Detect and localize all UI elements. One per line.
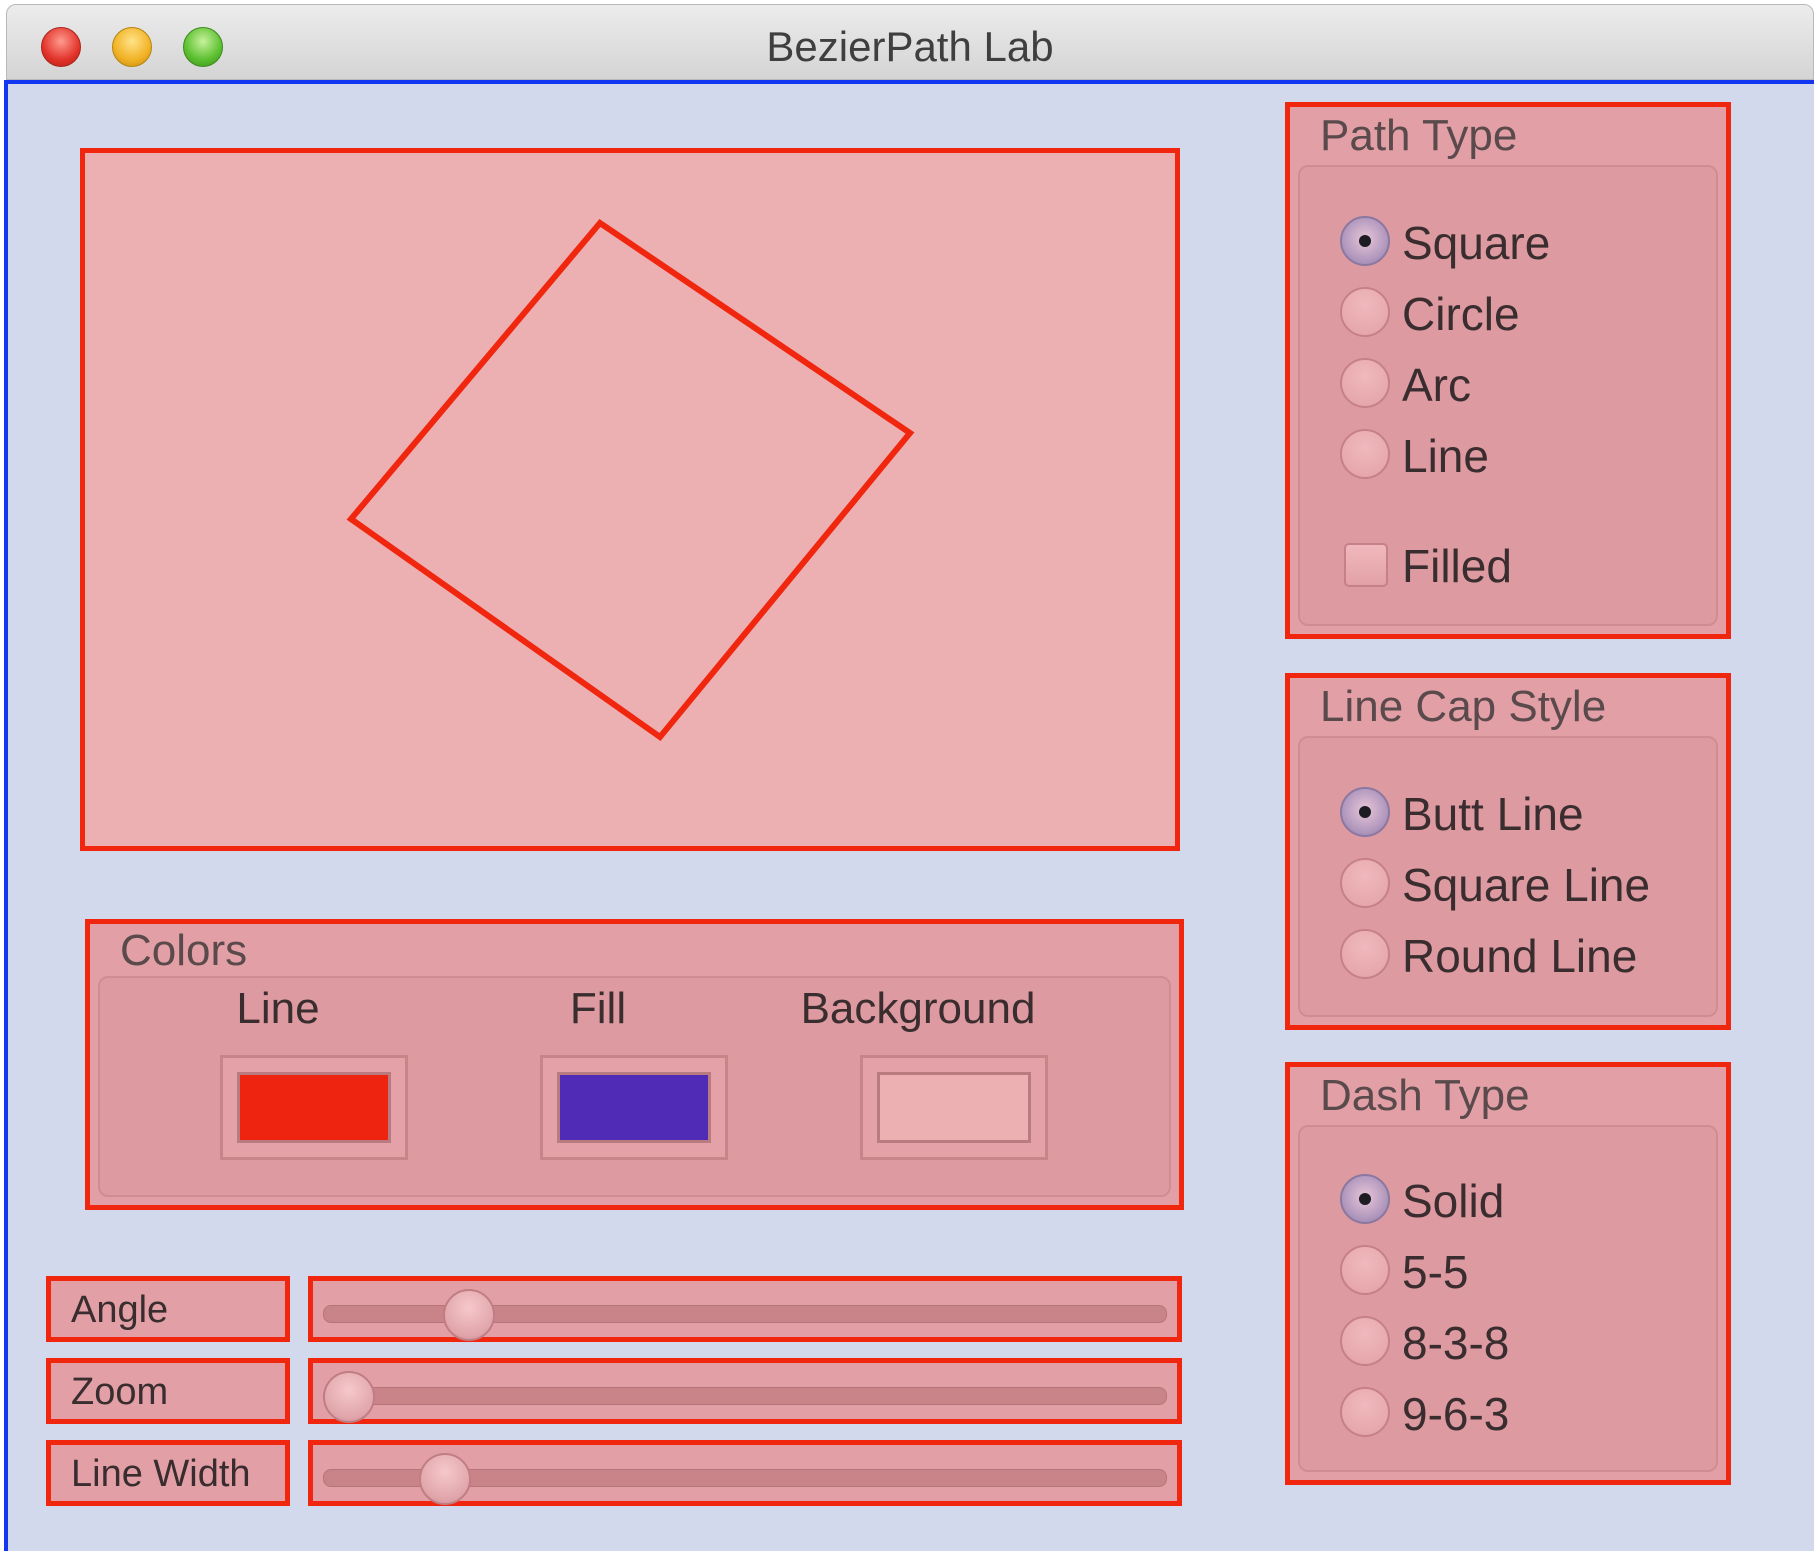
line-cap-style-title: Line Cap Style <box>1320 682 1607 731</box>
colors-panel: Colors Line Fill Background <box>85 919 1184 1210</box>
zoom-label: Zoom <box>71 1371 169 1413</box>
fill-color-label: Fill <box>569 984 627 1033</box>
line-color-label: Line <box>236 984 320 1033</box>
angle-slider[interactable] <box>308 1276 1182 1342</box>
background-color-well[interactable] <box>860 1055 1048 1160</box>
fill-color-swatch <box>557 1072 711 1143</box>
radio-button[interactable] <box>1340 1245 1390 1295</box>
radio-label: Circle <box>1402 288 1520 340</box>
dash-type-title: Dash Type <box>1320 1071 1530 1120</box>
path-type-panel: Path Type Square Circle Arc Line Filled <box>1285 102 1731 639</box>
checkbox-label: Filled <box>1402 540 1512 592</box>
radio-label: Square <box>1402 217 1551 269</box>
radio-button[interactable] <box>1340 1174 1390 1224</box>
drawing-canvas[interactable] <box>80 148 1180 851</box>
path-type-title: Path Type <box>1320 111 1518 160</box>
radio-label: 5-5 <box>1402 1246 1469 1298</box>
radio-label: 9-6-3 <box>1402 1388 1510 1440</box>
colors-title: Colors <box>120 926 248 975</box>
app-window: BezierPath Lab Colors Line Fill Backgrou… <box>0 0 1814 1551</box>
radio-label: Arc <box>1402 359 1471 411</box>
line-color-well[interactable] <box>220 1055 408 1160</box>
title-bar: BezierPath Lab <box>6 4 1814 80</box>
bezier-path-shape <box>346 219 915 742</box>
radio-button[interactable] <box>1340 429 1390 479</box>
radio-label: Square Line <box>1402 859 1651 911</box>
background-color-label: Background <box>800 984 1036 1033</box>
line-width-slider-knob[interactable] <box>419 1453 472 1505</box>
radio-button[interactable] <box>1340 1387 1390 1437</box>
angle-label: Angle <box>71 1289 169 1331</box>
dash-type-panel: Dash Type Solid 5-5 8-3-8 9-6-3 <box>1285 1062 1731 1485</box>
line-width-label-box: Line Width <box>46 1440 290 1506</box>
zoom-slider-knob[interactable] <box>323 1371 375 1423</box>
radio-label: Butt Line <box>1402 788 1584 840</box>
colors-inner: Line Fill Background <box>98 976 1171 1197</box>
line-cap-style-panel: Line Cap Style Butt Line Square Line Rou… <box>1285 673 1731 1030</box>
checkbox[interactable] <box>1344 543 1388 587</box>
window-title: BezierPath Lab <box>766 23 1054 70</box>
radio-button[interactable] <box>1340 287 1390 337</box>
line-color-swatch <box>237 1072 391 1143</box>
zoom-label-box: Zoom <box>46 1358 290 1424</box>
square-path <box>346 219 915 742</box>
radio-button[interactable] <box>1340 858 1390 908</box>
radio-button[interactable] <box>1340 358 1390 408</box>
radio-label: Line <box>1402 430 1489 482</box>
line-width-label: Line Width <box>71 1453 251 1495</box>
line-width-slider[interactable] <box>308 1440 1182 1506</box>
radio-label: Solid <box>1402 1175 1505 1227</box>
zoom-slider[interactable] <box>308 1358 1182 1424</box>
radio-button[interactable] <box>1340 929 1390 979</box>
radio-button[interactable] <box>1340 216 1390 266</box>
radio-label: Round Line <box>1402 930 1638 982</box>
radio-button[interactable] <box>1340 1316 1390 1366</box>
angle-slider-knob[interactable] <box>443 1289 496 1341</box>
radio-label: 8-3-8 <box>1402 1317 1510 1369</box>
radio-button[interactable] <box>1340 787 1390 837</box>
background-color-swatch <box>877 1072 1031 1143</box>
fill-color-well[interactable] <box>540 1055 728 1160</box>
angle-label-box: Angle <box>46 1276 290 1342</box>
zoom-slider-track <box>323 1387 1167 1405</box>
